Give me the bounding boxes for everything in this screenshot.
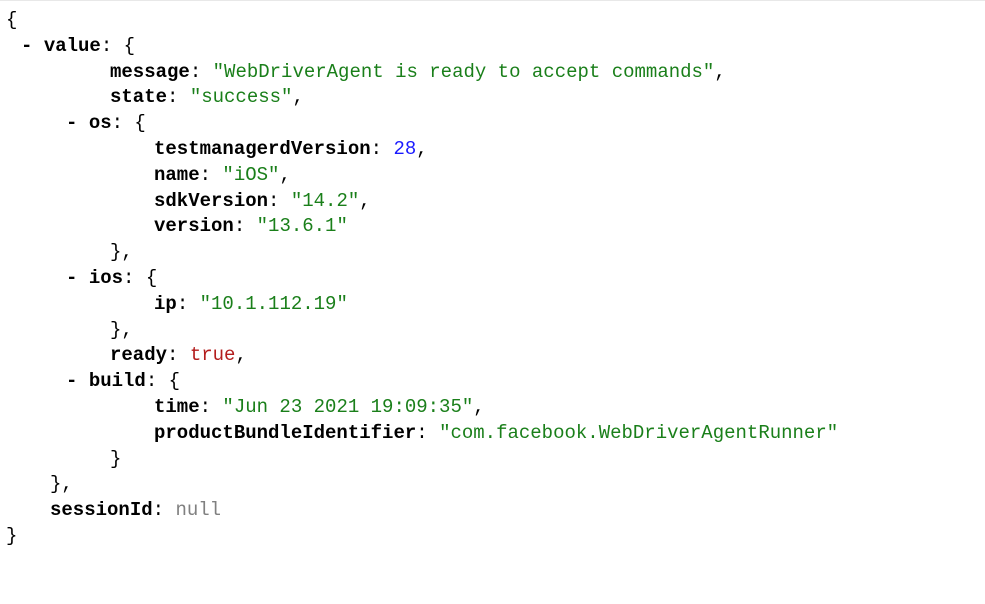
key-name: name xyxy=(154,163,200,186)
value-message: "WebDriverAgent is ready to accept comma… xyxy=(212,60,715,83)
key-time: time xyxy=(154,395,200,418)
value-close-brace: }, xyxy=(50,473,73,496)
root-close-brace: } xyxy=(6,524,18,547)
json-line-state: state: "success", xyxy=(110,86,304,109)
collapse-toggle-os[interactable]: - xyxy=(66,112,77,134)
json-line-build-close: } xyxy=(6,447,838,473)
json-line-bundle: productBundleIdentifier: "com.facebook.W… xyxy=(154,421,839,444)
os-close-brace: }, xyxy=(110,241,133,264)
value-version: "13.6.1" xyxy=(256,215,348,238)
json-viewer: { - value: { message: "WebDriverAgent is… xyxy=(6,8,838,550)
json-line-build: - build: { xyxy=(66,370,181,393)
value-sdk-version: "14.2" xyxy=(290,189,360,212)
key-product-bundle-identifier: productBundleIdentifier xyxy=(154,421,417,444)
json-line-value-close: }, xyxy=(6,472,838,498)
json-line-ip: ip: "10.1.112.19" xyxy=(154,292,348,315)
key-state: state xyxy=(110,86,168,109)
key-message: message xyxy=(110,60,190,83)
json-line-time: time: "Jun 23 2021 19:09:35", xyxy=(154,395,485,418)
json-line-sdk: sdkVersion: "14.2", xyxy=(154,189,371,212)
key-sdk-version: sdkVersion xyxy=(154,189,269,212)
json-line: { xyxy=(6,8,838,34)
json-line-ios: - ios: { xyxy=(66,266,158,289)
key-ios: ios xyxy=(88,266,124,289)
json-line-os: - os: { xyxy=(66,112,146,135)
json-line: } xyxy=(6,524,838,550)
key-build: build xyxy=(88,370,146,393)
value-time: "Jun 23 2021 19:09:35" xyxy=(222,395,474,418)
collapse-toggle-value[interactable]: - xyxy=(21,35,32,57)
value-product-bundle-identifier: "com.facebook.WebDriverAgentRunner" xyxy=(439,421,839,444)
key-value: value xyxy=(43,34,101,57)
value-ip: "10.1.112.19" xyxy=(199,292,348,315)
collapse-toggle-build[interactable]: - xyxy=(66,370,77,392)
collapse-toggle-ios[interactable]: - xyxy=(66,267,77,289)
value-ready: true xyxy=(189,344,236,367)
value-testmanagerd-version: 28 xyxy=(393,137,417,160)
value-name: "iOS" xyxy=(222,163,280,186)
key-testmanagerd-version: testmanagerdVersion xyxy=(154,137,371,160)
json-line-version: version: "13.6.1" xyxy=(154,215,348,238)
value-session-id: null xyxy=(175,499,222,522)
json-line-ios-close: }, xyxy=(6,318,838,344)
key-ready: ready xyxy=(110,344,168,367)
value-state: "success" xyxy=(189,86,293,109)
root-open-brace: { xyxy=(6,9,18,31)
ios-close-brace: }, xyxy=(110,318,133,341)
key-ip: ip xyxy=(154,292,177,315)
json-line-session: sessionId: null xyxy=(6,498,838,524)
json-line-ready: ready: true, xyxy=(110,344,247,367)
key-os: os xyxy=(88,112,112,135)
key-session-id: sessionId xyxy=(50,499,153,522)
key-version: version xyxy=(154,215,234,238)
json-line-testmanagerd: testmanagerdVersion: 28, xyxy=(154,137,428,160)
json-line-os-close: }, xyxy=(6,240,838,266)
json-line-message: message: "WebDriverAgent is ready to acc… xyxy=(110,60,726,83)
top-divider xyxy=(0,0,985,1)
json-line-name: name: "iOS", xyxy=(154,163,291,186)
build-close-brace: } xyxy=(110,447,122,470)
json-line-value: - value: { xyxy=(21,34,136,57)
